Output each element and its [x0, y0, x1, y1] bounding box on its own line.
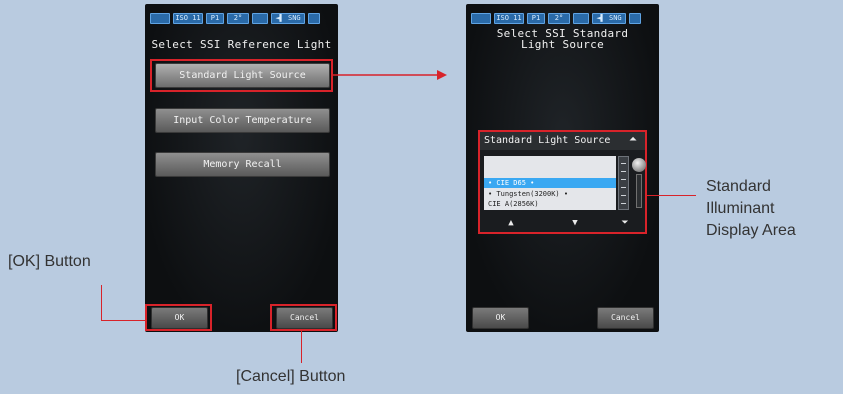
ok-button-callout: [OK] Button: [8, 253, 91, 270]
ok-callout-line: [101, 285, 102, 321]
cancel-button-callout: [Cancel] Button: [236, 368, 346, 385]
illuminant-callout-line1: Standard: [706, 178, 771, 195]
illuminant-callout-line: [646, 195, 696, 196]
connector-arrow: [333, 70, 447, 80]
ok-callout-line: [101, 320, 146, 321]
cancel-callout-line: [301, 331, 302, 363]
illuminant-callout-line2: Illuminant: [706, 200, 775, 217]
illuminant-callout-line3: Display Area: [706, 222, 796, 239]
